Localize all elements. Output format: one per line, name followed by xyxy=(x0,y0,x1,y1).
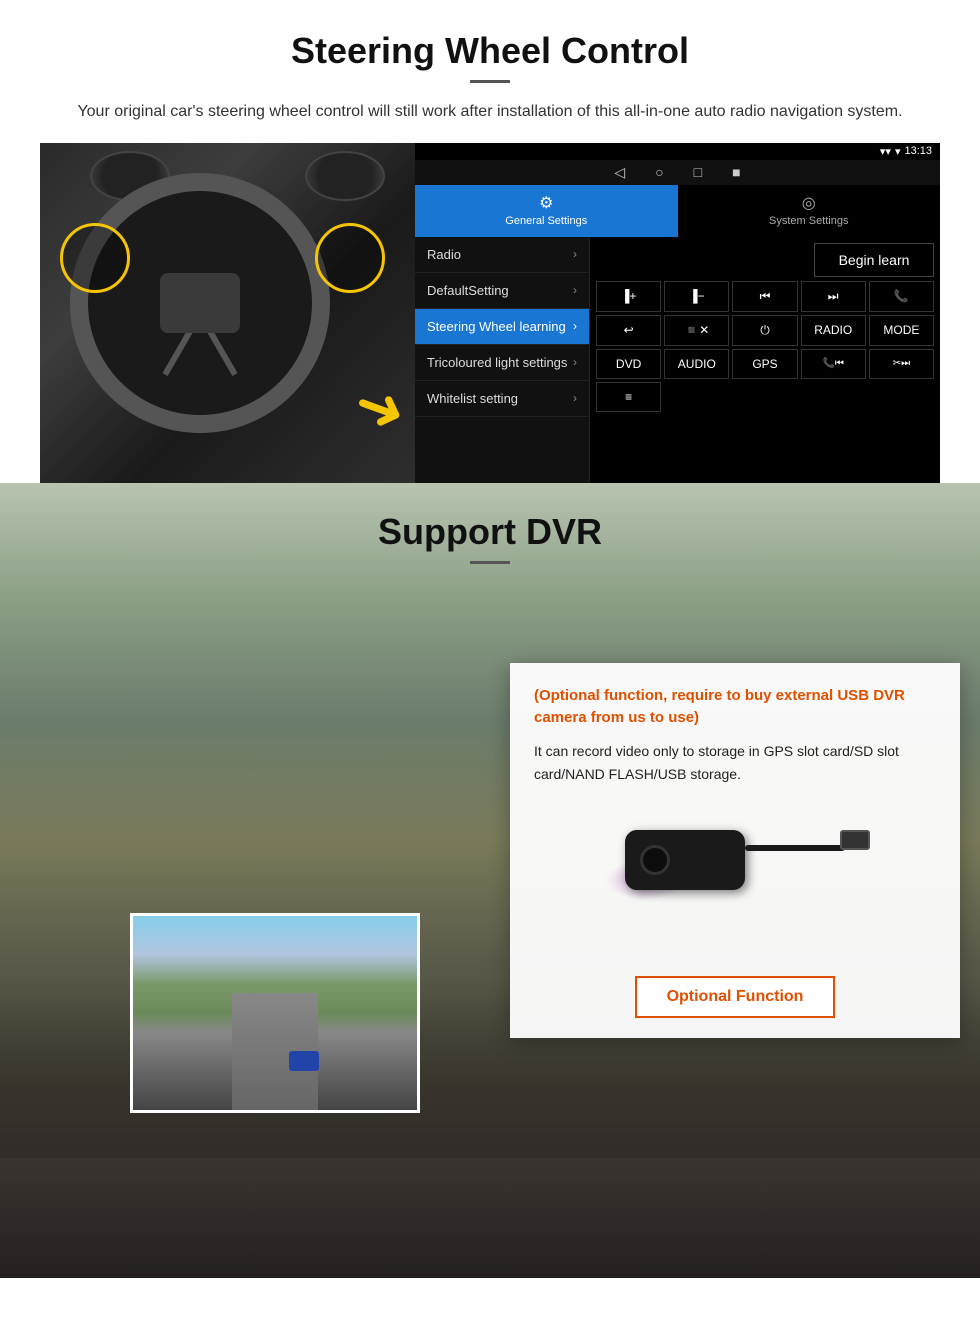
home-icon[interactable]: ○ xyxy=(655,164,663,181)
chevron-icon: › xyxy=(573,319,577,333)
mute-btn[interactable]: ◾✕ xyxy=(664,315,729,346)
menu-white-label: Whitelist setting xyxy=(427,391,518,406)
menu-item-whitelist[interactable]: Whitelist setting › xyxy=(415,381,589,417)
radio-btn[interactable]: RADIO xyxy=(801,315,866,346)
steering-hub xyxy=(160,273,240,333)
tab-system-label: System Settings xyxy=(769,215,848,227)
dvr-dashboard xyxy=(0,1158,980,1278)
highlight-circle-right xyxy=(315,223,385,293)
back-icon[interactable]: ◁ xyxy=(614,164,625,181)
system-settings-icon: ◎ xyxy=(802,193,816,213)
highlight-circle-left xyxy=(60,223,130,293)
menu-item-default[interactable]: DefaultSetting › xyxy=(415,273,589,309)
chevron-icon: › xyxy=(573,247,577,261)
dvd-btn[interactable]: DVD xyxy=(596,349,661,379)
dvr-title-block: Support DVR xyxy=(0,483,980,590)
dvr-thumb-car xyxy=(289,1051,319,1071)
android-menu: Radio › DefaultSetting › Steering Wheel … xyxy=(415,237,590,483)
tab-system-settings[interactable]: ◎ System Settings xyxy=(678,185,941,237)
gps-btn[interactable]: GPS xyxy=(732,349,797,379)
menu-icon[interactable]: ■ xyxy=(732,164,740,181)
android-status-bar: ▾▾ ▾ 13:13 xyxy=(415,143,940,160)
tab-general-settings[interactable]: ⚙ General Settings xyxy=(415,185,678,237)
call-prev-btn[interactable]: 📞⏮ xyxy=(801,349,866,379)
dvr-camera-image xyxy=(575,800,895,960)
android-ui-panel: ▾▾ ▾ 13:13 ◁ ○ □ ■ ⚙ General Settings ◎ … xyxy=(415,143,940,483)
wifi-icon: ▾ xyxy=(895,145,901,158)
cut-next-btn[interactable]: ✂⏭ xyxy=(869,349,934,379)
dvr-screenshot-thumbnail xyxy=(130,913,420,1113)
menu-radio-label: Radio xyxy=(427,247,461,262)
optional-function-button[interactable]: Optional Function xyxy=(635,976,835,1018)
tab-general-label: General Settings xyxy=(505,215,587,227)
chevron-icon: › xyxy=(573,391,577,405)
arrow-indicator: ➜ xyxy=(344,366,415,449)
menu-item-steering[interactable]: Steering Wheel learning › xyxy=(415,309,589,345)
dvr-camera-area xyxy=(534,800,936,960)
dvr-thumb-bg xyxy=(133,916,417,1110)
call-btn[interactable]: 📞 xyxy=(869,281,934,312)
chevron-icon: › xyxy=(573,355,577,369)
vol-up-btn[interactable]: ▐+ xyxy=(596,281,661,312)
steering-wheel xyxy=(70,173,330,433)
audio-btn[interactable]: AUDIO xyxy=(664,349,729,379)
android-control-panel: Begin learn ▐+ ▐− ⏮ ⏭ 📞 ↩ ◾✕ ⏻ RADIO MOD… xyxy=(590,237,940,483)
menu-default-label: DefaultSetting xyxy=(427,283,509,298)
recents-icon[interactable]: □ xyxy=(694,164,702,181)
android-nav-bar: ◁ ○ □ ■ xyxy=(415,160,940,185)
steering-subtitle: Your original car's steering wheel contr… xyxy=(60,99,920,125)
steering-title: Steering Wheel Control xyxy=(40,30,940,72)
gauge-right xyxy=(305,151,385,201)
dvr-info-card: (Optional function, require to buy exter… xyxy=(510,663,960,1038)
chevron-icon: › xyxy=(573,283,577,297)
next-track-btn[interactable]: ⏭ xyxy=(801,281,866,312)
prev-track-btn[interactable]: ⏮ xyxy=(732,281,797,312)
control-button-grid: ▐+ ▐− ⏮ ⏭ 📞 ↩ ◾✕ ⏻ RADIO MODE DVD AUDIO … xyxy=(596,281,934,412)
signal-icon: ▾▾ xyxy=(880,145,891,158)
vol-down-btn[interactable]: ▐− xyxy=(664,281,729,312)
dvr-description: It can record video only to storage in G… xyxy=(534,740,936,786)
menu-tri-label: Tricoloured light settings xyxy=(427,355,567,370)
cam-usb-connector xyxy=(840,830,870,850)
cam-body xyxy=(625,830,745,890)
menu-item-radio[interactable]: Radio › xyxy=(415,237,589,273)
general-settings-icon: ⚙ xyxy=(539,193,553,213)
dvr-title: Support DVR xyxy=(0,511,980,553)
steering-section: Steering Wheel Control Your original car… xyxy=(0,0,980,483)
mode-btn[interactable]: MODE xyxy=(869,315,934,346)
status-time: 13:13 xyxy=(904,145,932,157)
begin-learn-button[interactable]: Begin learn xyxy=(814,243,934,277)
back-call-btn[interactable]: ↩ xyxy=(596,315,661,346)
android-tabs: ⚙ General Settings ◎ System Settings xyxy=(415,185,940,237)
steering-composite: ➜ ▾▾ ▾ 13:13 ◁ ○ □ ■ ⚙ General Settings xyxy=(40,143,940,483)
title-divider xyxy=(470,80,510,83)
dvr-optional-text: (Optional function, require to buy exter… xyxy=(534,685,936,730)
cam-lens xyxy=(640,845,670,875)
android-content: Radio › DefaultSetting › Steering Wheel … xyxy=(415,237,940,483)
cam-usb-cable xyxy=(745,845,845,851)
dvr-title-divider xyxy=(470,561,510,564)
menu-steering-label: Steering Wheel learning xyxy=(427,319,566,334)
steering-photo: ➜ xyxy=(40,143,415,483)
dvr-section: Support DVR (Optional function, require … xyxy=(0,483,980,1278)
power-btn[interactable]: ⏻ xyxy=(732,315,797,346)
menu-item-tricoloured[interactable]: Tricoloured light settings › xyxy=(415,345,589,381)
misc-btn[interactable]: ≡ xyxy=(596,382,661,412)
